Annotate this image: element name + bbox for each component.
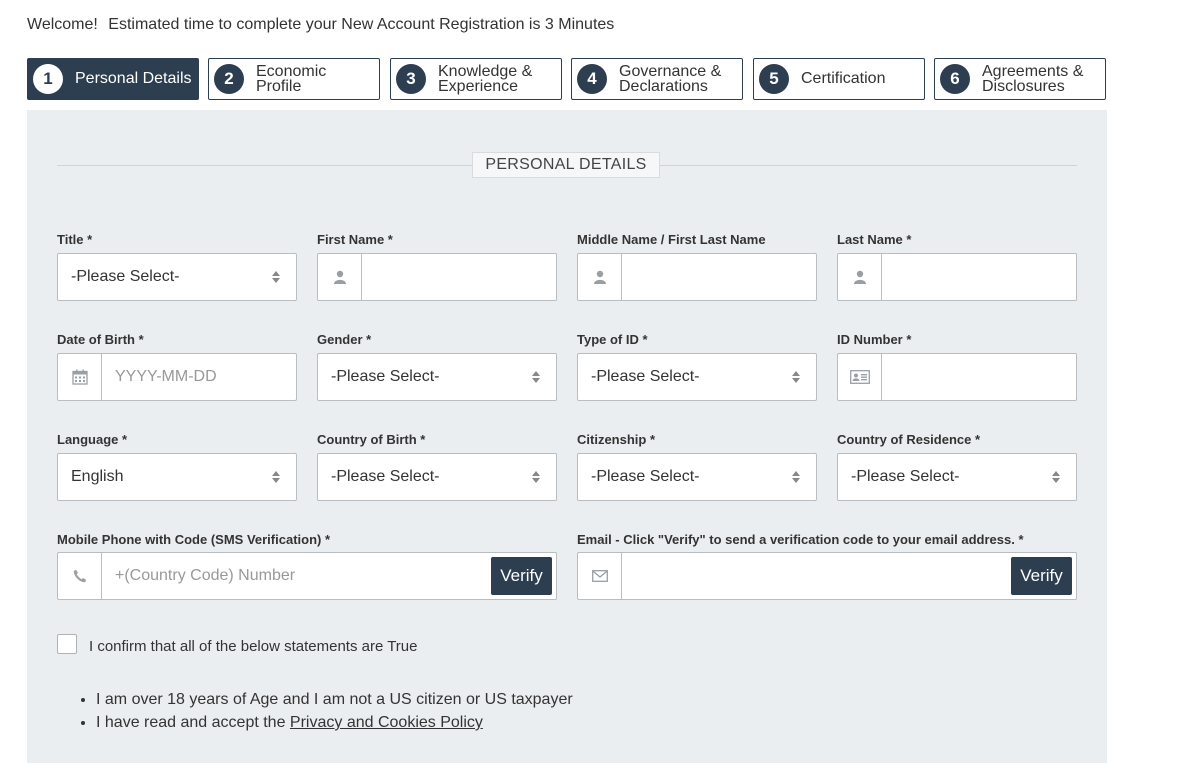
list-item: I have read and accept the Privacy and C…	[96, 711, 573, 734]
middle-name-field[interactable]	[577, 253, 817, 301]
step-agreements-disclosures[interactable]: 6 Agreements & Disclosures	[934, 58, 1106, 100]
dob-placeholder: YYYY-MM-DD	[115, 368, 217, 385]
verify-email-button[interactable]: Verify	[1011, 557, 1072, 595]
sort-arrows-icon	[531, 471, 541, 483]
step-number: 3	[396, 64, 426, 94]
gender-value: -Please Select-	[331, 368, 440, 385]
first-name-field[interactable]	[317, 253, 557, 301]
confirm-checkbox[interactable]	[57, 634, 77, 654]
id-type-select[interactable]: -Please Select-	[577, 353, 817, 401]
citizenship-select[interactable]: -Please Select-	[577, 453, 817, 501]
dob-field[interactable]: YYYY-MM-DD	[57, 353, 297, 401]
step-label: Agreements & Disclosures	[982, 63, 1084, 95]
middle-name-label: Middle Name / First Last Name	[577, 232, 766, 247]
mobile-placeholder: +(Country Code) Number	[115, 567, 296, 584]
step-knowledge-experience[interactable]: 3 Knowledge & Experience	[390, 58, 562, 100]
list-item: I am over 18 years of Age and I am not a…	[96, 688, 573, 711]
title-value: -Please Select-	[71, 268, 180, 285]
email-label: Email - Click "Verify" to send a verific…	[577, 532, 1024, 547]
citizenship-value: -Please Select-	[591, 468, 700, 485]
statement-text: I have read and accept the	[96, 714, 286, 731]
welcome-text: Estimated time to complete your New Acco…	[108, 16, 615, 33]
confirm-label: I confirm that all of the below statemen…	[89, 638, 418, 655]
user-icon	[578, 254, 622, 300]
country-of-birth-select[interactable]: -Please Select-	[317, 453, 557, 501]
id-card-icon	[838, 354, 882, 400]
sort-arrows-icon	[271, 271, 281, 283]
step-certification[interactable]: 5 Certification	[753, 58, 925, 100]
id-type-value: -Please Select-	[591, 368, 700, 385]
email-field[interactable]: Verify	[577, 552, 1077, 600]
step-number: 4	[577, 64, 607, 94]
step-number: 5	[759, 64, 789, 94]
step-number: 6	[940, 64, 970, 94]
personal-details-panel: PERSONAL DETAILS Title * -Please Select-…	[27, 110, 1107, 763]
id-number-field[interactable]	[837, 353, 1077, 401]
welcome-message: Welcome! Estimated time to complete your…	[27, 16, 614, 34]
dob-label: Date of Birth *	[57, 332, 144, 347]
phone-icon	[58, 553, 102, 599]
citizenship-label: Citizenship *	[577, 432, 656, 447]
sort-arrows-icon	[531, 371, 541, 383]
id-number-label: ID Number *	[837, 332, 912, 347]
step-number: 1	[33, 64, 63, 94]
step-economic-profile[interactable]: 2 Economic Profile	[208, 58, 380, 100]
language-select[interactable]: English	[57, 453, 297, 501]
welcome-lead: Welcome!	[27, 16, 98, 33]
country-of-birth-value: -Please Select-	[331, 468, 440, 485]
step-label: Personal Details	[75, 70, 192, 87]
first-name-label: First Name *	[317, 232, 393, 247]
step-number: 2	[214, 64, 244, 94]
envelope-icon	[578, 553, 622, 599]
sort-arrows-icon	[791, 471, 801, 483]
title-select[interactable]: -Please Select-	[57, 253, 297, 301]
mobile-phone-field[interactable]: +(Country Code) Number Verify	[57, 552, 557, 600]
gender-label: Gender *	[317, 332, 372, 347]
sort-arrows-icon	[271, 471, 281, 483]
user-icon	[318, 254, 362, 300]
verify-phone-button[interactable]: Verify	[491, 557, 552, 595]
country-of-residence-select[interactable]: -Please Select-	[837, 453, 1077, 501]
gender-select[interactable]: -Please Select-	[317, 353, 557, 401]
country-of-residence-label: Country of Residence *	[837, 432, 981, 447]
step-governance-declarations[interactable]: 4 Governance & Declarations	[571, 58, 743, 100]
step-label: Governance & Declarations	[619, 63, 722, 95]
country-of-residence-value: -Please Select-	[851, 468, 960, 485]
id-type-label: Type of ID *	[577, 332, 648, 347]
sort-arrows-icon	[791, 371, 801, 383]
last-name-field[interactable]	[837, 253, 1077, 301]
step-personal-details[interactable]: 1 Personal Details	[27, 58, 199, 100]
sort-arrows-icon	[1051, 471, 1061, 483]
calendar-icon	[58, 354, 102, 400]
step-label: Certification	[801, 70, 886, 87]
step-label: Economic Profile	[256, 63, 327, 95]
language-value: English	[71, 468, 124, 485]
statements-list: I am over 18 years of Age and I am not a…	[96, 688, 573, 734]
mobile-label: Mobile Phone with Code (SMS Verification…	[57, 532, 331, 547]
privacy-policy-link[interactable]: Privacy and Cookies Policy	[290, 714, 483, 731]
last-name-label: Last Name *	[837, 232, 912, 247]
user-icon	[838, 254, 882, 300]
step-label: Knowledge & Experience	[438, 63, 533, 95]
country-of-birth-label: Country of Birth *	[317, 432, 426, 447]
title-label: Title *	[57, 232, 93, 247]
section-legend: PERSONAL DETAILS	[472, 152, 660, 178]
language-label: Language *	[57, 432, 128, 447]
